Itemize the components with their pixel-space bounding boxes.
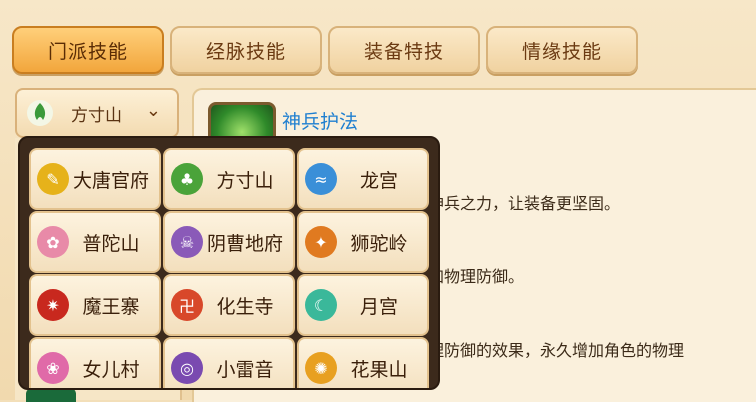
- tab-jingmai-skills[interactable]: 经脉技能: [170, 26, 322, 74]
- sect-option-datang[interactable]: ✎ 大唐官府: [29, 148, 161, 210]
- sect-option-shituo[interactable]: ✦ 狮驼岭: [297, 211, 429, 273]
- skills-window: 门派技能 经脉技能 装备特技 情缘技能 方寸山 ⌄ 神兵护法 神兵之力，让装备更…: [0, 0, 756, 402]
- sect-name-label: 阴曹地府: [206, 232, 283, 255]
- sect-option-fangcun[interactable]: ♣ 方寸山: [163, 148, 295, 210]
- yincao-icon: ☠: [171, 226, 203, 258]
- datang-icon: ✎: [37, 163, 69, 195]
- sect-name-label: 大唐官府: [72, 169, 149, 192]
- sect-option-xiaoleiyin[interactable]: ◎ 小雷音: [163, 337, 295, 388]
- selected-sect-label: 方寸山: [71, 105, 122, 126]
- sect-name-label: 小雷音: [216, 358, 274, 381]
- chevron-down-icon: ⌄: [145, 100, 161, 121]
- sect-option-yuegong[interactable]: ☾ 月宫: [297, 274, 429, 336]
- sect-option-yincao[interactable]: ☠ 阴曹地府: [163, 211, 295, 273]
- sect-option-huaguo[interactable]: ✺ 花果山: [297, 337, 429, 388]
- sect-name-label: 龙宫: [359, 169, 398, 192]
- tab-equipment-skills[interactable]: 装备特技: [328, 26, 480, 74]
- skill-description-line-3: 理防御的效果，永久增加角色的物理: [428, 341, 685, 360]
- sect-name-label: 月宫: [359, 295, 398, 318]
- skill-description-line-1: 神兵之力，让装备更坚固。: [428, 194, 621, 213]
- sect-name-label: 狮驼岭: [350, 232, 408, 255]
- sect-name-label: 普陀山: [82, 232, 140, 255]
- longgong-icon: ≈: [305, 163, 337, 195]
- fangcun-icon: ♣: [171, 163, 203, 195]
- sect-option-longgong[interactable]: ≈ 龙宫: [297, 148, 429, 210]
- putuo-icon: ✿: [37, 226, 69, 258]
- sect-option-putuo[interactable]: ✿ 普陀山: [29, 211, 161, 273]
- sect-select-dropdown[interactable]: 方寸山 ⌄: [15, 88, 179, 138]
- nver-icon: ❀: [37, 352, 69, 384]
- fangcun-emblem-icon: [27, 100, 53, 126]
- xiaoleiyin-icon: ◎: [171, 352, 203, 384]
- huasheng-icon: 卍: [171, 289, 203, 321]
- sect-name-label: 魔王寨: [82, 295, 140, 318]
- yuegong-icon: ☾: [305, 289, 337, 321]
- sect-option-huasheng[interactable]: 卍化生寺: [163, 274, 295, 336]
- sect-name-label: 化生寺: [216, 295, 274, 318]
- tab-menpai-skills[interactable]: 门派技能: [12, 26, 164, 74]
- huaguo-icon: ✺: [305, 352, 337, 384]
- sect-name-label: 花果山: [350, 358, 408, 381]
- skill-name: 神兵护法: [282, 111, 359, 133]
- sect-option-nver[interactable]: ❀ 女儿村: [29, 337, 161, 388]
- mowang-icon: ✷: [37, 289, 69, 321]
- skill-description-line-2: 加物理防御。: [428, 267, 525, 286]
- sect-picker-popup: ✎ 大唐官府 ♣ 方寸山 ≈ 龙宫 ✿ 普陀山 ☠ 阴曹地府 ✦ 狮驼岭 ✷ 魔王寨卍化生寺 ☾ 月宫 ❀ 女儿村…: [18, 136, 440, 390]
- shituo-icon: ✦: [305, 226, 337, 258]
- tab-qingyuan-skills[interactable]: 情缘技能: [486, 26, 638, 74]
- sect-name-label: 女儿村: [82, 358, 140, 381]
- sect-name-label: 方寸山: [216, 169, 274, 192]
- sect-option-mowang[interactable]: ✷ 魔王寨: [29, 274, 161, 336]
